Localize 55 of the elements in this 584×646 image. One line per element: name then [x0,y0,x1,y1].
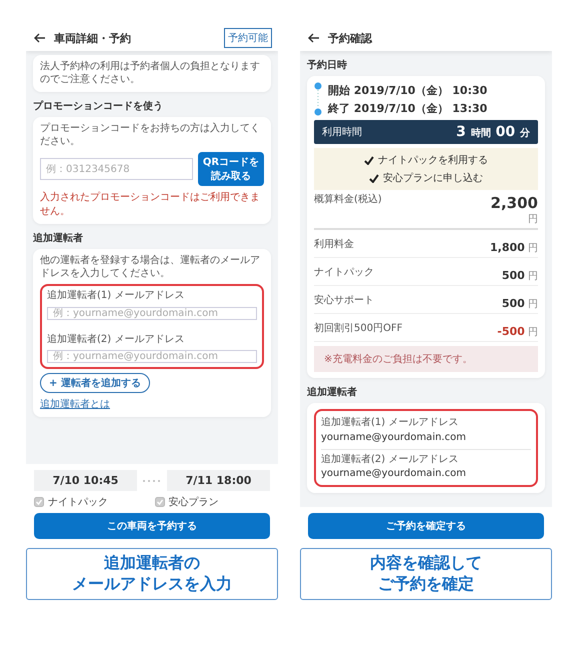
currency-unit: 円 [526,327,538,338]
fee-label: ナイトパック [314,267,374,280]
confirm-button[interactable]: ご予約を確定する [308,513,544,539]
help-link[interactable]: 追加運転者とは [40,397,264,411]
fee-amount: 500 [502,269,525,282]
fee-label: 利用料金 [314,239,354,252]
currency-unit: 円 [528,213,538,226]
promo-code-field[interactable]: 例：0312345678 [40,158,193,180]
field-label: 追加運転者(1) メールアドレス [321,417,460,430]
fee-amount: -500 [497,325,525,338]
fee-amount: 1,800 [490,241,525,254]
start-datetime: 7/10 10:45 [34,470,137,491]
currency-unit: 円 [526,271,538,282]
email-value: yourname@yourdomain.com [321,468,467,479]
section-heading: 予約日時 [307,58,348,72]
email-value: yourname@yourdomain.com [321,432,467,442]
option-label: 安心プラン [168,496,218,509]
section-heading: プロモーションコードを使う [33,99,164,113]
schedule-row: 開始 2019/7/10（金） 10:30 [328,82,488,98]
qr-scan-button[interactable]: QRコードを読み取る [198,152,264,186]
caption-line: メールアドレスを入力 [71,574,233,595]
caption-line: ご予約を確定 [377,574,475,595]
duration-value: 3 時間 00 分 [456,124,530,140]
section-heading: 追加運転者 [33,232,84,245]
notice-text: 法人予約枠の利用は予約者個人の負担となりますのでご注意ください。 [40,61,261,86]
screen-title: 車両詳細・予約 [54,30,132,46]
fee-label: 初回割引500円OFF [314,323,402,336]
schedule-row: 終了 2019/7/10（金） 13:30 [328,100,488,116]
field-label: 追加運転者(1) メールアドレス [47,290,186,302]
reserve-button[interactable]: この車両を予約する [34,513,270,539]
option-label: ナイトパックを利用する [378,154,488,167]
fee-label: 安心サポート [314,295,374,308]
caption-line: 追加運転者の [103,553,201,574]
promo-description: プロモーションコードをお持ちの方は入力してください。 [40,123,261,148]
field-label: 追加運転者(2) メールアドレス [47,334,186,346]
screen-title: 予約確認 [328,30,374,46]
currency-unit: 円 [526,299,538,310]
email-field[interactable]: 例：yourname@yourdomain.com [47,306,257,320]
add-driver-button[interactable]: + 運転者を追加する [40,373,150,393]
email-field[interactable]: 例：yourname@yourdomain.com [47,350,257,363]
status-badge: 予約可能 [224,28,272,48]
note-banner: ※充電料金のご負担は不要です。 [314,346,538,372]
total-label: 概算料金(税込) [314,194,382,206]
caption-line: 内容を確認して [369,553,483,574]
error-message: 入力されたプロモーションコードはご利用できません。 [40,190,261,218]
end-datetime: 7/11 18:00 [167,470,270,491]
section-heading: 追加運転者 [307,386,358,399]
field-label: 追加運転者(2) メールアドレス [321,454,460,466]
fee-amount: 500 [502,297,525,310]
currency-unit: 円 [526,243,538,254]
duration-label: 利用時間 [322,126,362,139]
option-label: 安心プランに申し込む [383,172,483,185]
drivers-description: 他の運転者を登録する場合は、運転者のメールアドレスを入力してください。 [40,255,261,280]
option-label: ナイトパック [48,496,108,509]
total-amount: 2,300 [490,194,538,212]
